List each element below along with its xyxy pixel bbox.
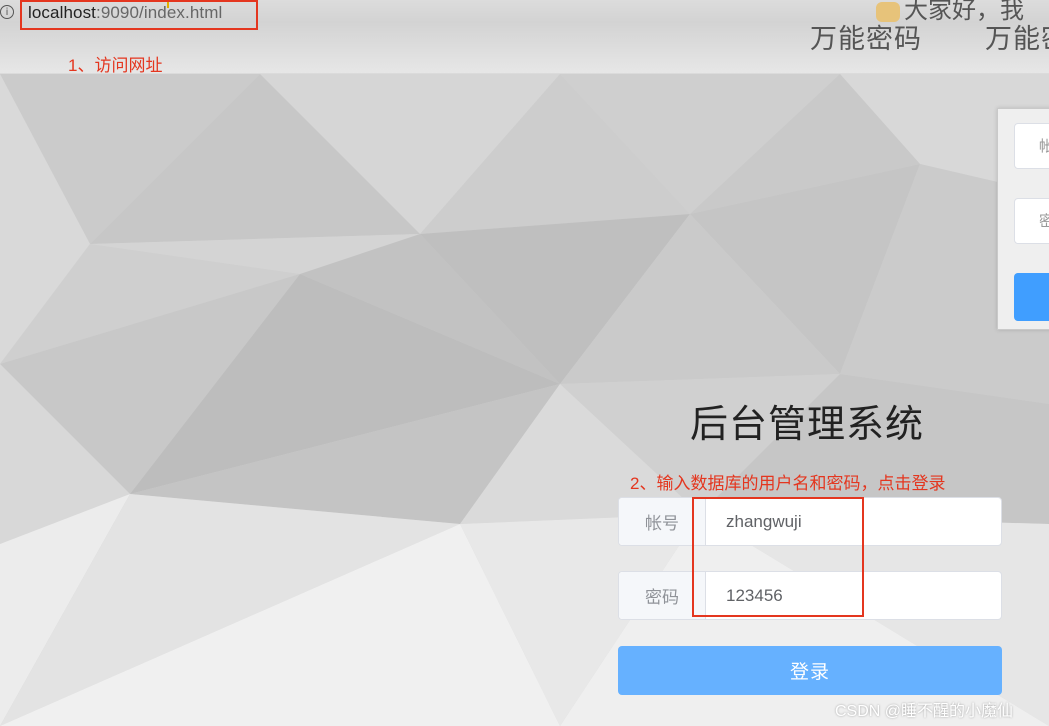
- account-label: 帐号: [619, 498, 706, 545]
- account-field: 帐号 zhangwuji: [618, 497, 1002, 546]
- url-highlight-box: [20, 0, 258, 30]
- login-button[interactable]: 登录: [618, 646, 1002, 695]
- screenshot-root: i localhost:9090/index.html 1、访问网址 大家好，我…: [0, 0, 1049, 726]
- account-input[interactable]: zhangwuji: [706, 498, 1001, 545]
- info-icon[interactable]: i: [0, 5, 14, 19]
- partial-login-button[interactable]: [1014, 273, 1049, 321]
- page-title: 后台管理系统: [690, 404, 925, 446]
- watermark: CSDN @睡不醒的小魔仙: [835, 703, 1014, 720]
- password-field: 密码 123456: [618, 571, 1002, 620]
- step2-annotation: 2、输入数据库的用户名和密码，点击登录: [630, 474, 946, 493]
- browser-address-bar: i localhost:9090/index.html 1、访问网址 大家好，我…: [0, 0, 1049, 75]
- partial-password-input[interactable]: 密: [1014, 198, 1049, 244]
- partial-password-label: 密: [1039, 213, 1049, 230]
- overlay-caption-left: 万能密码: [810, 24, 922, 54]
- partial-account-input[interactable]: 帐: [1014, 123, 1049, 169]
- password-label: 密码: [619, 572, 706, 619]
- step1-annotation: 1、访问网址: [68, 56, 163, 75]
- partial-login-card: 帐 密: [997, 108, 1049, 330]
- partial-account-label: 帐: [1039, 138, 1049, 155]
- overlay-caption-right: 万能密: [985, 24, 1049, 54]
- password-input[interactable]: 123456: [706, 572, 1001, 619]
